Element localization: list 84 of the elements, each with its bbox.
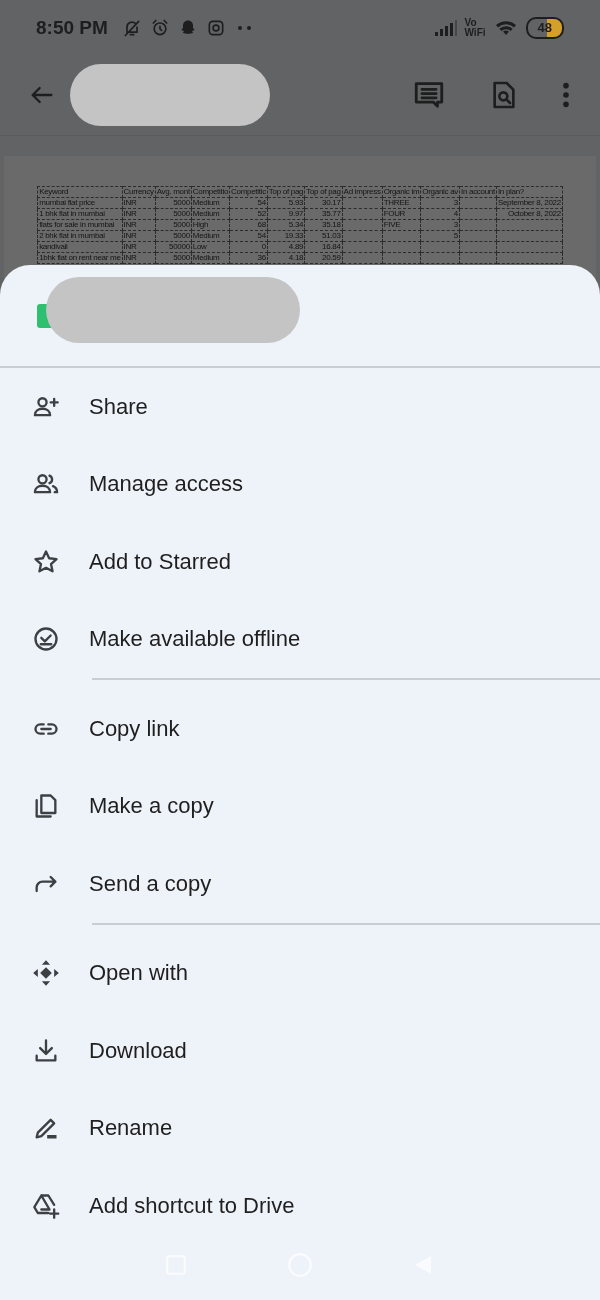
table-cell: THREE — [382, 197, 421, 209]
table-header-cell: In account — [459, 186, 497, 198]
table-cell: 5000 — [155, 208, 192, 220]
signal-icon — [434, 19, 457, 36]
table-cell: 5000 — [155, 219, 192, 231]
table-cell: Low — [191, 241, 230, 253]
table-cell: INR — [122, 208, 156, 220]
table-header-cell: In plan? — [496, 186, 563, 198]
table-cell: Medium — [191, 230, 230, 242]
table-header-cell: Organic im — [382, 186, 421, 198]
table-cell: Medium — [191, 252, 230, 264]
table-cell: 1 bhk flat in mumbai — [37, 208, 123, 220]
table-header-cell: Top of pag — [304, 186, 343, 198]
table-cell: 5 — [420, 230, 460, 242]
menu-item[interactable]: Send a copy — [0, 845, 600, 923]
table-cell: 5000 — [155, 252, 192, 264]
menu-item[interactable]: Manage access — [0, 445, 600, 523]
menu-item[interactable]: Copy link — [0, 690, 600, 768]
table-header-cell: Organic av — [420, 186, 460, 198]
menu-item[interactable]: Make a copy — [0, 767, 600, 845]
table-cell: 9.97 — [267, 208, 305, 220]
table-cell: 35.77 — [304, 208, 343, 220]
table-cell: 68 — [229, 219, 268, 231]
menu-item[interactable]: Share — [0, 368, 600, 446]
menu-item[interactable]: Rename — [0, 1089, 600, 1167]
table-header-cell: Top of pag — [267, 186, 305, 198]
table-cell: September 8, 2022 — [496, 197, 563, 209]
table-cell: 35.18 — [304, 219, 343, 231]
table-cell: flats for sale in mumbai — [37, 219, 123, 231]
table-header-cell: Ad impress — [342, 186, 383, 198]
table-header-cell: Competitic — [229, 186, 268, 198]
menu-item[interactable]: Make available offline — [0, 600, 600, 678]
table-cell: 20.59 — [304, 252, 343, 264]
table-cell: kandivali — [37, 241, 123, 253]
table-cell: 19.33 — [267, 230, 305, 242]
table-cell: 36 — [229, 252, 268, 264]
table-header-cell: Keyword — [37, 186, 123, 198]
table-cell: Medium — [191, 208, 230, 220]
arrows-cross-icon — [32, 959, 60, 988]
table-cell: INR — [122, 252, 156, 264]
table-cell: 3 — [420, 197, 460, 209]
table-cell: INR — [122, 219, 156, 231]
table-cell: 5000 — [155, 230, 192, 242]
more-dots-icon — [237, 25, 252, 30]
table-cell: 1bhk flat on rent near me — [37, 252, 123, 264]
table-cell: 54 — [229, 197, 268, 209]
check-circle-icon — [32, 625, 60, 654]
menu-item[interactable]: Add shortcut to Drive — [0, 1167, 600, 1245]
menu-item[interactable]: Open with — [0, 934, 600, 1012]
menu-item[interactable]: Download — [0, 1012, 600, 1090]
table-cell: 5.34 — [267, 219, 305, 231]
table-cell: 50000 — [155, 241, 192, 253]
table-cell: 4.89 — [267, 241, 305, 253]
star-icon — [32, 547, 60, 576]
table-cell: 54 — [229, 230, 268, 242]
muted-bell-icon — [121, 17, 142, 38]
table-cell: 3 — [420, 219, 460, 231]
more-vertical-icon[interactable] — [562, 81, 570, 109]
table-cell: 5.93 — [267, 197, 305, 209]
vowifi-label: Vo WiFi — [464, 17, 486, 38]
table-cell: 52 — [229, 208, 268, 220]
table-cell: INR — [122, 197, 156, 209]
clock-time: 8:50 PM — [36, 16, 108, 39]
table-cell: mumbai flat price — [37, 197, 123, 209]
table-header-cell: Competitio — [191, 186, 230, 198]
table-cell: 30.17 — [304, 197, 343, 209]
table-cell: INR — [122, 230, 156, 242]
table-cell: High — [191, 219, 230, 231]
table-cell: FIVE — [382, 219, 421, 231]
table-header-cell: Currency — [122, 186, 156, 198]
table-cell: 51.03 — [304, 230, 343, 242]
menu-item[interactable]: Add to Starred — [0, 523, 600, 601]
table-cell: 0 — [229, 241, 268, 253]
table-cell: 5000 — [155, 197, 192, 209]
table-cell: INR — [122, 241, 156, 253]
table-cell: FOUR — [382, 208, 421, 220]
table-cell: 4 — [420, 208, 460, 220]
table-cell: Medium — [191, 197, 230, 209]
table-cell: October 8, 2022 — [496, 208, 563, 220]
table-header-cell: Avg. mont — [155, 186, 192, 198]
table-cell: 2 bhk flat in mumbai — [37, 230, 123, 242]
table-cell: 16.84 — [304, 241, 343, 253]
drive-add-icon — [32, 1191, 60, 1220]
table-cell: 4.18 — [267, 252, 305, 264]
